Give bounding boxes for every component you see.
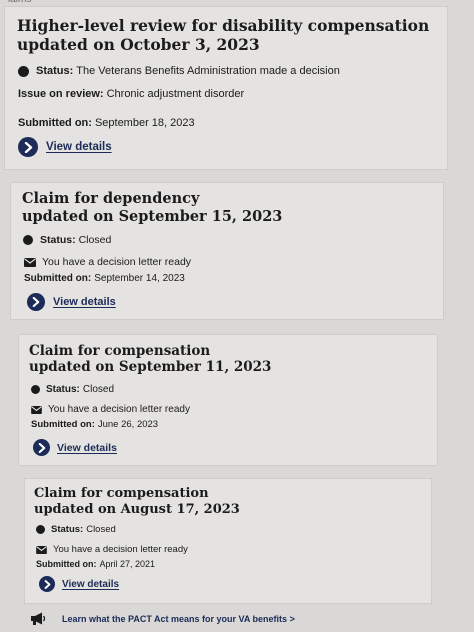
view-details-link[interactable]: View details bbox=[18, 137, 112, 157]
claim-card-hlr: Higher-level review for disability compe… bbox=[4, 6, 448, 170]
submitted-value: June 26, 2023 bbox=[97, 419, 159, 430]
submitted-row: Submitted on: April 27, 2021 bbox=[36, 559, 155, 569]
status-label: Status: bbox=[51, 524, 84, 535]
view-details-label[interactable]: View details bbox=[57, 442, 117, 454]
chevron-right-icon bbox=[27, 293, 45, 311]
status-row: Status: The Veterans Benefits Administra… bbox=[18, 65, 443, 77]
submitted-label: Submitted on: bbox=[18, 117, 92, 129]
issue-value: Chronic adjustment disorder bbox=[106, 88, 245, 100]
status-label: Status: bbox=[40, 234, 76, 246]
submitted-row: Submitted on: September 18, 2023 bbox=[18, 117, 195, 129]
submitted-label: Submitted on: bbox=[36, 559, 97, 569]
card-title-line1: Claim for dependency bbox=[22, 190, 200, 207]
view-details-link[interactable]: View details bbox=[27, 293, 116, 311]
chevron-right-icon: > bbox=[289, 613, 295, 624]
decision-letter-text: You have a decision letter ready bbox=[48, 404, 190, 415]
view-details-label[interactable]: View details bbox=[46, 141, 112, 153]
submitted-value: April 27, 2021 bbox=[99, 559, 156, 569]
status-value: Closed bbox=[82, 384, 115, 395]
page-fragment-text: laims bbox=[8, 0, 31, 5]
view-details-link[interactable]: View details bbox=[33, 439, 117, 456]
submitted-row: Submitted on: June 26, 2023 bbox=[31, 419, 158, 430]
status-label: Status: bbox=[46, 384, 80, 395]
view-details-label[interactable]: View details bbox=[53, 296, 116, 308]
decision-letter-row: You have a decision letter ready bbox=[36, 544, 188, 555]
status-value: The Veterans Benefits Administration mad… bbox=[76, 65, 340, 77]
megaphone-icon bbox=[30, 612, 46, 625]
decision-letter-text: You have a decision letter ready bbox=[42, 256, 192, 268]
claim-card-compensation-aug: Claim for compensation updated on August… bbox=[24, 478, 432, 604]
pact-act-link-text[interactable]: Learn what the PACT Act means for your V… bbox=[62, 614, 295, 624]
card-title-line2: updated on October 3, 2023 bbox=[17, 34, 260, 54]
card-title-line2: updated on September 15, 2023 bbox=[22, 207, 283, 225]
envelope-icon bbox=[24, 257, 36, 267]
status-dot-icon bbox=[36, 525, 45, 534]
decision-letter-text: You have a decision letter ready bbox=[53, 544, 188, 555]
decision-letter-row: You have a decision letter ready bbox=[24, 256, 191, 268]
card-title-line1: Claim for compensation bbox=[29, 343, 211, 359]
pact-act-link[interactable]: Learn what the PACT Act means for your V… bbox=[30, 612, 295, 625]
issue-label: Issue on review: bbox=[18, 88, 104, 100]
claim-card-compensation-sep: Claim for compensation updated on Septem… bbox=[18, 334, 438, 466]
status-label: Status: bbox=[36, 65, 74, 77]
card-title: Claim for compensation updated on Septem… bbox=[29, 343, 431, 376]
status-row: Status: Closed bbox=[31, 384, 114, 395]
card-title-line1: Higher-level review for disability compe… bbox=[17, 16, 430, 35]
chevron-right-icon bbox=[33, 439, 50, 456]
card-title: Higher-level review for disability compe… bbox=[17, 16, 442, 55]
card-title-line2: updated on September 11, 2023 bbox=[29, 359, 272, 376]
envelope-icon bbox=[31, 405, 42, 414]
issue-row: Issue on review: Chronic adjustment diso… bbox=[18, 88, 244, 100]
card-title: Claim for dependency updated on Septembe… bbox=[22, 190, 437, 225]
submitted-label: Submitted on: bbox=[24, 273, 92, 284]
claim-card-dependency: Claim for dependency updated on Septembe… bbox=[10, 182, 444, 320]
view-details-link[interactable]: View details bbox=[39, 576, 119, 592]
submitted-row: Submitted on: September 14, 2023 bbox=[24, 273, 185, 284]
status-row: Status: Closed bbox=[23, 234, 111, 246]
status-dot-icon bbox=[18, 65, 29, 77]
chevron-right-icon bbox=[39, 576, 55, 592]
status-row: Status: Closed bbox=[36, 524, 116, 535]
status-value: Closed bbox=[78, 234, 112, 246]
decision-letter-row: You have a decision letter ready bbox=[31, 404, 190, 415]
chevron-right-icon bbox=[18, 137, 38, 157]
status-dot-icon bbox=[23, 235, 33, 245]
view-details-label[interactable]: View details bbox=[62, 579, 119, 590]
envelope-icon bbox=[36, 545, 47, 554]
submitted-value: September 18, 2023 bbox=[94, 117, 195, 129]
submitted-label: Submitted on: bbox=[31, 419, 95, 430]
status-dot-icon bbox=[31, 385, 40, 394]
card-title-line1: Claim for compensation bbox=[34, 486, 209, 501]
status-value: Closed bbox=[86, 524, 116, 535]
card-title-line2: updated on August 17, 2023 bbox=[34, 501, 240, 517]
submitted-value: September 14, 2023 bbox=[94, 273, 185, 284]
card-title: Claim for compensation updated on August… bbox=[34, 486, 426, 518]
